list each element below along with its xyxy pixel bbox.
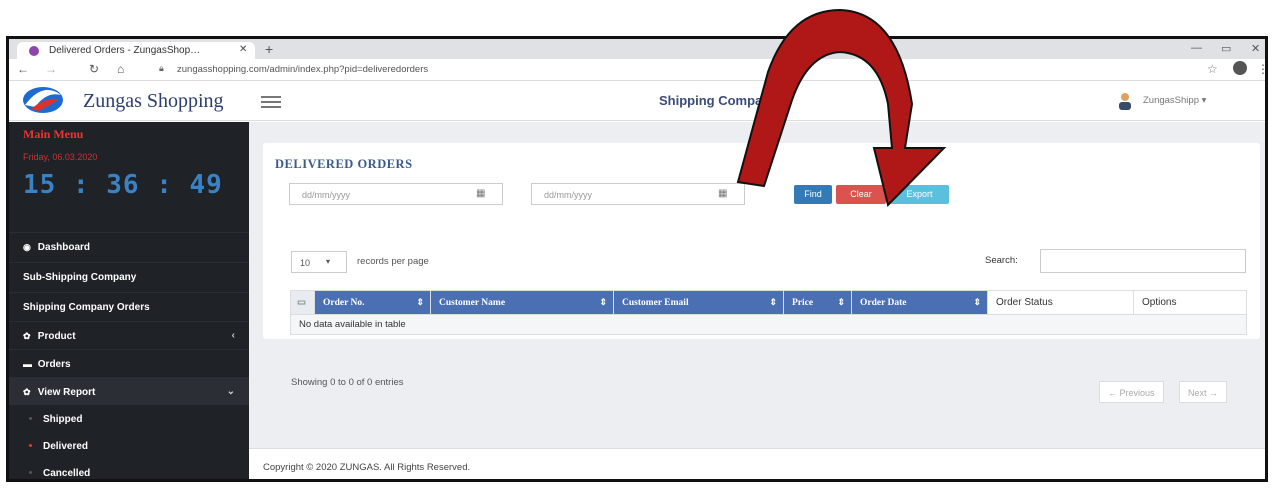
annotation-arrow-icon: [736, 8, 947, 207]
